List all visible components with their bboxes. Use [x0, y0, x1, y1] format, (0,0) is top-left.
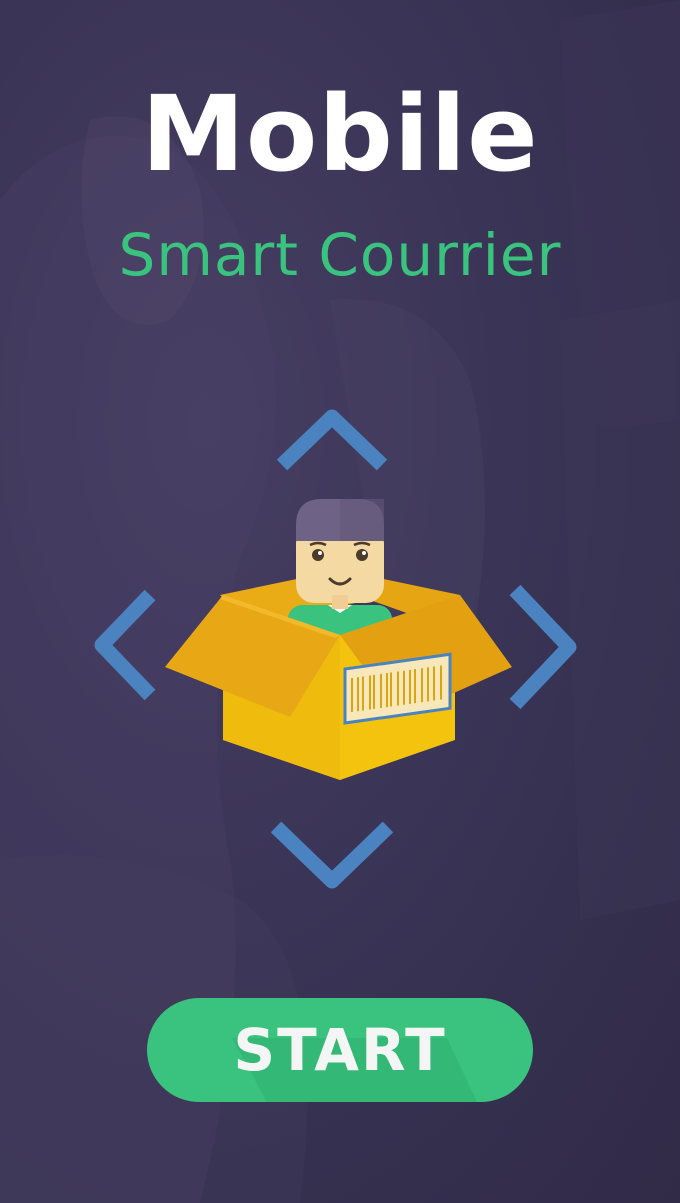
chevron-up-icon[interactable]: [272, 400, 392, 475]
chevron-down-icon[interactable]: [266, 815, 398, 895]
start-button[interactable]: START: [147, 998, 533, 1102]
chevron-left-icon[interactable]: [88, 585, 158, 705]
app-title: Mobile: [141, 73, 539, 195]
splash-screen: Mobile Smart Courrier START: [0, 0, 680, 1203]
start-button-label: START: [233, 1016, 447, 1084]
app-subtitle: Smart Courrier: [118, 221, 562, 289]
courier-in-box-illustration: [165, 499, 512, 780]
